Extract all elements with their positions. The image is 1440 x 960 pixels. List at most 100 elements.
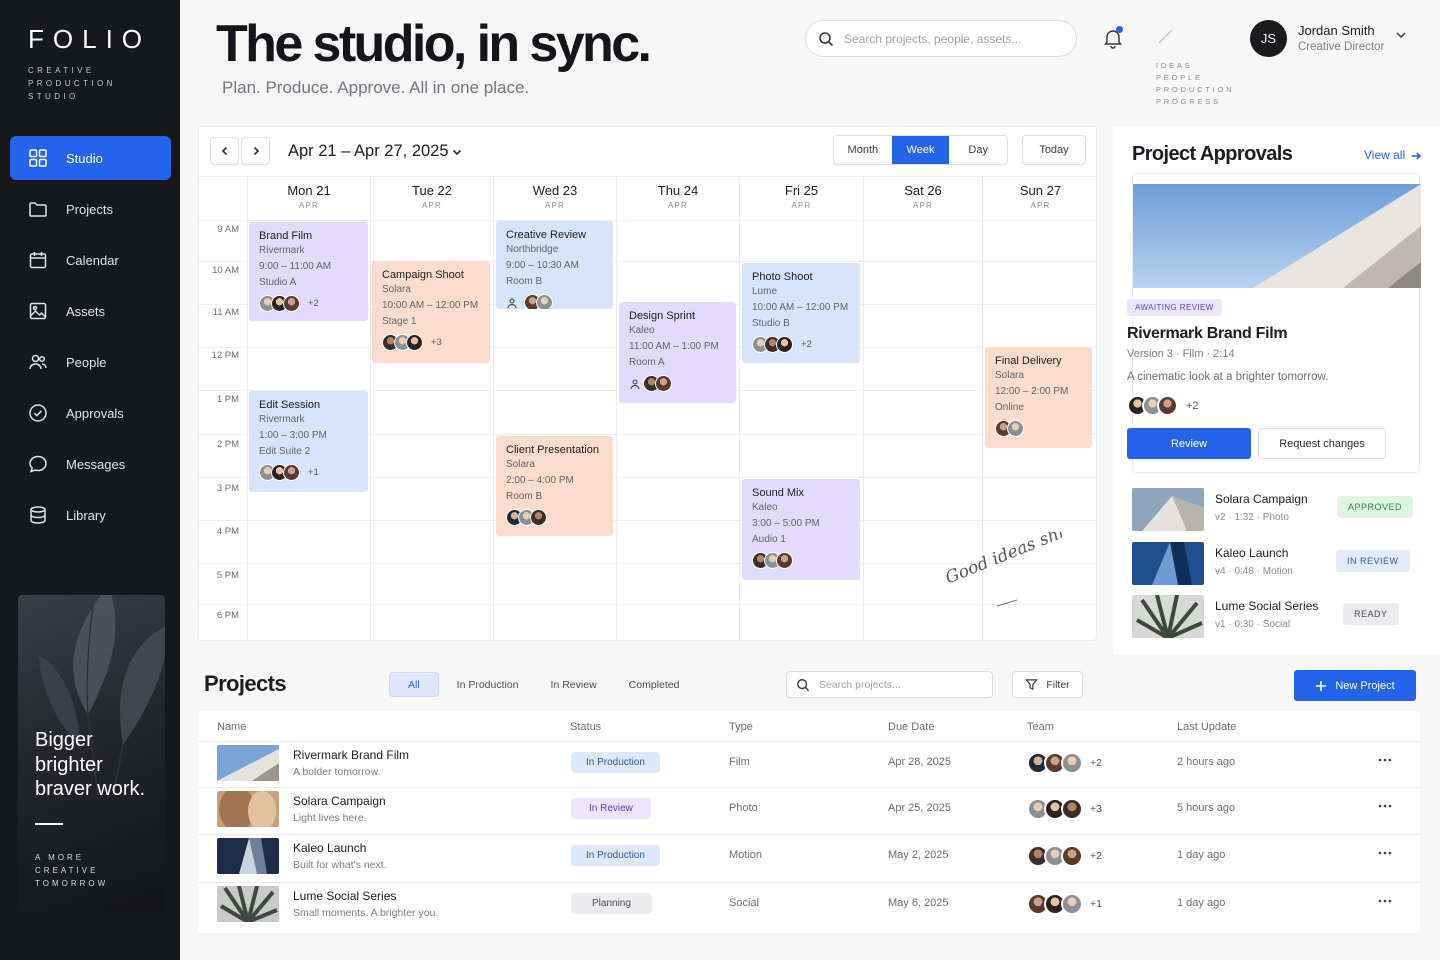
column-header[interactable]: Status xyxy=(570,721,601,733)
column-header[interactable]: Last Update xyxy=(1177,721,1236,733)
day-header[interactable]: Wed 23 APR xyxy=(493,176,616,220)
calendar-event[interactable]: Design Sprint Kaleo 11:00 AM – 1:00 PM R… xyxy=(619,302,736,403)
today-button[interactable]: Today xyxy=(1022,135,1086,165)
event-client: Kaleo xyxy=(629,325,655,336)
event-client: Solara xyxy=(995,370,1024,381)
table-row[interactable]: Kaleo Launch Built for what's next. In P… xyxy=(198,834,1420,881)
column-header[interactable]: Type xyxy=(729,721,753,733)
time-label: 11 AM xyxy=(212,307,239,318)
avatar[interactable]: JS xyxy=(1250,20,1287,57)
calendar-event[interactable]: Edit Session Rivermark 1:00 – 3:00 PM Ed… xyxy=(249,391,368,492)
calendar-event[interactable]: Photo Shoot Lume 10:00 AM – 12:00 PM Stu… xyxy=(742,263,860,363)
plant-image xyxy=(217,886,279,922)
sidebar-item-studio[interactable]: Studio xyxy=(10,136,171,180)
day-header[interactable]: Sat 26 APR xyxy=(863,176,982,220)
calendar-event[interactable]: Campaign Shoot Solara 10:00 AM – 12:00 P… xyxy=(372,261,490,363)
tower-image xyxy=(217,838,279,874)
sidebar-nav: Studio Projects Calendar Assets People A… xyxy=(10,136,171,544)
status-badge: Planning xyxy=(571,893,652,914)
global-search[interactable] xyxy=(805,20,1077,57)
day-header[interactable]: Thu 24 APR xyxy=(616,176,739,220)
approval-item[interactable]: Kaleo Launch v4 · 0:48 · Motion IN REVIE… xyxy=(1132,542,1422,586)
event-time: 12:00 – 2:00 PM xyxy=(995,386,1069,397)
table-row[interactable]: Lume Social Series Small moments. A brig… xyxy=(198,882,1420,929)
sidebar-item-label: Assets xyxy=(66,303,106,319)
calendar-event[interactable]: Client Presentation Solara 2:00 – 4:00 P… xyxy=(496,436,613,536)
tab-in-production[interactable]: In Production xyxy=(443,672,533,697)
approval-meta: Version 3 · Film · 2:14 xyxy=(1127,348,1235,360)
day-month: APR xyxy=(1030,201,1051,210)
column-header[interactable]: Team xyxy=(1027,721,1054,733)
tagword: IDEAS xyxy=(1156,61,1193,70)
column-header[interactable]: Due Date xyxy=(888,721,934,733)
sidebar-item-calendar[interactable]: Calendar xyxy=(10,238,171,282)
sidebar-item-projects[interactable]: Projects xyxy=(10,187,171,231)
project-thumbnail xyxy=(1133,184,1421,288)
event-time: 11:00 AM – 1:00 PM xyxy=(629,341,719,352)
event-time: 1:00 – 3:00 PM xyxy=(259,430,327,441)
tower-image xyxy=(1132,542,1204,585)
grid-column-line xyxy=(370,176,371,640)
project-type: Motion xyxy=(729,849,763,861)
view-week[interactable]: Week xyxy=(891,136,950,164)
approval-item[interactable]: Solara Campaign v2 · 1:32 · Photo APPROV… xyxy=(1132,488,1422,532)
calendar-event[interactable]: Creative Review Northbridge 9:00 – 10:30… xyxy=(496,221,613,309)
view-day[interactable]: Day xyxy=(949,136,1007,164)
project-type: Social xyxy=(729,897,759,909)
calendar-event[interactable]: Sound Mix Kaleo 3:00 – 5:00 PM Audio 1 xyxy=(742,479,860,580)
tab-in-review[interactable]: In Review xyxy=(537,672,611,697)
more-icon[interactable] xyxy=(1377,798,1393,814)
more-icon[interactable] xyxy=(1377,893,1393,909)
approval-item[interactable]: Lume Social Series v1 · 0:30 · Social RE… xyxy=(1132,595,1422,639)
sidebar-item-library[interactable]: Library xyxy=(10,493,171,537)
time-label: 9 AM xyxy=(217,224,239,235)
calendar-event[interactable]: Final Delivery Solara 12:00 – 2:00 PM On… xyxy=(985,347,1092,448)
day-header[interactable]: Tue 22 APR xyxy=(370,176,493,220)
day-header[interactable]: Mon 21 APR xyxy=(247,176,370,220)
day-name: Tue 22 xyxy=(412,183,452,198)
column-header[interactable]: Name xyxy=(217,721,246,733)
projects-search-input[interactable] xyxy=(819,678,979,691)
table-row[interactable]: Rivermark Brand Film A bolder tomorrow. … xyxy=(198,741,1420,788)
arrow-right-icon[interactable] xyxy=(1410,150,1422,162)
time-label: 1 PM xyxy=(216,394,239,405)
sidebar-item-approvals[interactable]: Approvals xyxy=(10,391,171,435)
view-month[interactable]: Month xyxy=(834,136,892,164)
sidebar-item-label: People xyxy=(66,354,107,370)
projects-search[interactable] xyxy=(786,671,993,698)
day-header[interactable]: Fri 25 APR xyxy=(739,176,863,220)
more-icon[interactable] xyxy=(1377,845,1393,861)
calendar-event[interactable]: Brand Film Rivermark 9:00 – 11:00 AM Stu… xyxy=(249,222,368,321)
event-attendees xyxy=(752,552,850,569)
tab-completed[interactable]: Completed xyxy=(615,672,694,697)
date-range[interactable]: Apr 21 – Apr 27, 2025 xyxy=(288,142,449,161)
sidebar-item-people[interactable]: People xyxy=(10,340,171,384)
search-input[interactable] xyxy=(844,31,1044,46)
new-project-button[interactable]: New Project xyxy=(1294,670,1416,701)
sidebar-item-label: Messages xyxy=(66,456,126,472)
grid-line xyxy=(199,520,1096,521)
view-switcher: Month Week Day xyxy=(833,135,1008,165)
table-row[interactable]: Solara Campaign Light lives here. In Rev… xyxy=(198,787,1420,834)
attendee-count: +3 xyxy=(431,337,442,348)
calendar-icon xyxy=(29,252,47,269)
view-all-link[interactable]: View all xyxy=(1364,148,1405,162)
chevron-down-icon[interactable] xyxy=(451,146,463,158)
sidebar-item-messages[interactable]: Messages xyxy=(10,442,171,486)
user-role: Creative Director xyxy=(1298,41,1385,53)
next-week-button[interactable] xyxy=(241,137,270,165)
avatar xyxy=(283,464,300,481)
status-badge: In Review xyxy=(571,798,651,819)
status-badge: In Production xyxy=(571,845,660,866)
request-changes-button[interactable]: Request changes xyxy=(1258,428,1386,459)
chevron-down-icon[interactable] xyxy=(1394,28,1408,42)
sidebar-item-assets[interactable]: Assets xyxy=(10,289,171,333)
page-subtitle: Plan. Produce. Approve. All in one place… xyxy=(222,78,530,97)
tagword: PRODUCTION xyxy=(1156,85,1235,94)
review-button[interactable]: Review xyxy=(1127,428,1251,459)
more-icon[interactable] xyxy=(1377,752,1393,768)
tab-all[interactable]: All xyxy=(389,672,439,697)
filter-button[interactable]: Filter xyxy=(1012,671,1083,698)
prev-week-button[interactable] xyxy=(210,137,239,165)
day-header[interactable]: Sun 27 APR xyxy=(982,176,1096,220)
